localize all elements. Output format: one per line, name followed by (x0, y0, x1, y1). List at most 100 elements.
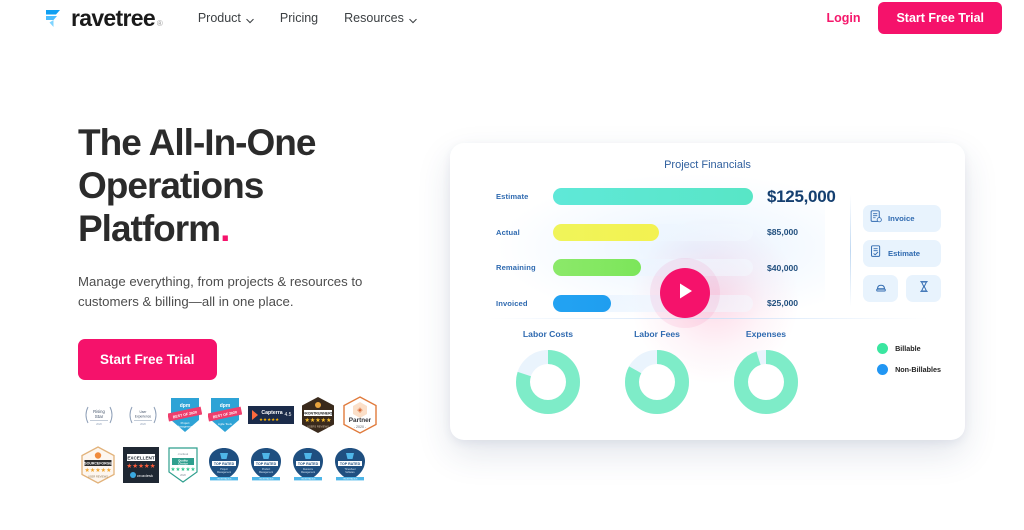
bar-fill-estimate (553, 188, 753, 205)
svg-text:Management: Management (217, 471, 231, 474)
svg-text:- 2020 -: - 2020 - (354, 425, 367, 429)
bar-value-actual: $85,000 (767, 227, 799, 237)
svg-text:2020: 2020 (96, 422, 102, 426)
brand-logo[interactable]: ravetree ® (44, 4, 163, 31)
nav-item-product-label: Product (197, 11, 241, 25)
login-link[interactable]: Login (826, 11, 860, 25)
nav-item-pricing-label: Pricing (279, 11, 319, 25)
legend-dot-billable (877, 343, 889, 354)
svg-text:Management: Management (177, 425, 194, 429)
svg-text:TRUSTRADIUS: TRUSTRADIUS (217, 478, 232, 481)
hero-subtitle: Manage everything, from projects & resou… (78, 273, 363, 310)
play-icon (676, 281, 694, 306)
dashboard-action-buttons: Invoice Estimate (863, 205, 941, 302)
registered-mark: ® (156, 18, 163, 28)
donut-charts: Labor Costs Labor Fees Expenses (510, 329, 804, 422)
svg-text:SOURCEFORGE: SOURCEFORGE (84, 462, 112, 466)
small-action-buttons (863, 275, 941, 302)
ravetree-logo-icon (44, 7, 66, 29)
svg-text:Experience: Experience (135, 415, 152, 419)
donut-title-labor-fees: Labor Fees (634, 329, 680, 339)
bar-track-remaining (553, 259, 753, 276)
nav-item-pricing[interactable]: Pricing (280, 11, 318, 25)
bar-label-invoiced: Invoiced (496, 298, 528, 308)
estimate-document-icon (870, 244, 882, 263)
donut-title-labor-costs: Labor Costs (522, 329, 574, 339)
nav-actions: Login Start Free Trial (826, 2, 1002, 34)
svg-text:TRUSTRADIUS: TRUSTRADIUS (343, 478, 358, 481)
capterra-badge: Capterra ★★★★★ 4.5 (248, 403, 294, 432)
excellent-crozdesk-badge: EXCELLENT ★★★★★ crozdesk (122, 446, 160, 489)
bar-fill-invoiced (553, 294, 611, 312)
bar-track-estimate (553, 188, 753, 205)
hero-title-accent-dot: . (220, 207, 230, 249)
top-rated-pm-badge: TOP RATED Product Management TRUSTRADIUS (248, 446, 284, 489)
invoice-button-label: Invoice (888, 214, 915, 223)
legend-label-non-billables: Non-Billables (895, 365, 941, 374)
bar-row-estimate: Estimate $125,000 (496, 182, 856, 211)
svg-text:TOP RATED: TOP RATED (298, 462, 319, 466)
estimate-button[interactable]: Estimate (863, 240, 941, 267)
play-video-button[interactable] (660, 268, 710, 318)
svg-text:◈: ◈ (357, 407, 363, 414)
svg-text:★★★★★: ★★★★★ (126, 462, 155, 470)
hero-title-line3: Platform (78, 207, 221, 249)
award-badges: Rising Star 2020 User Experience 2020 dp… (80, 396, 380, 496)
donut-labor-fees: Labor Fees (619, 329, 695, 422)
svg-text:TRUSTRADIUS: TRUSTRADIUS (301, 478, 316, 481)
hero-section: The All-In-One Operations Platform. Mana… (78, 122, 408, 380)
svg-text:FRONTRUNNERS: FRONTRUNNERS (303, 412, 334, 416)
quality-choice-badge: crozdesk Quality Choice ★★★★★ 2020 (166, 446, 200, 489)
nav-item-resources[interactable]: Resources (344, 11, 417, 25)
svg-text:Management: Management (301, 471, 315, 474)
start-free-trial-nav-button[interactable]: Start Free Trial (878, 2, 1002, 34)
invoice-button[interactable]: Invoice (863, 205, 941, 232)
legend-label-billable: Billable (895, 344, 921, 353)
svg-text:2020: 2020 (180, 473, 186, 477)
svg-text:Capterra: Capterra (261, 410, 282, 416)
vertical-divider (850, 195, 851, 307)
chevron-down-icon (246, 14, 254, 24)
svg-text:Choice: Choice (178, 461, 188, 465)
partner-2020-badge: ◈ Partner - 2020 - (342, 396, 378, 439)
award-badges-row-2: SOURCEFORGE ★★★★★ USER REVIEWS EXCELLENT… (80, 446, 380, 489)
svg-text:TOP RATED: TOP RATED (340, 462, 361, 466)
top-navbar: ravetree ® Product Pricing Resources Log… (0, 0, 1024, 36)
svg-text:USERS REVIEWS: USERS REVIEWS (307, 425, 329, 429)
donut-title-expenses: Expenses (745, 329, 787, 339)
bar-label-actual: Actual (496, 227, 520, 237)
landing-page: ravetree ® Product Pricing Resources Log… (0, 0, 1024, 530)
bar-value-invoiced: $25,000 (767, 298, 799, 308)
donut-legend: Billable Non-Billables (877, 343, 941, 385)
donut-chart-labor-fees (625, 350, 689, 414)
svg-text:★★★★★: ★★★★★ (305, 417, 332, 424)
bar-label-estimate: Estimate (496, 192, 529, 201)
svg-text:crozdesk: crozdesk (137, 473, 153, 478)
nav-links: Product Pricing Resources (198, 11, 417, 25)
donut-labor-costs: Labor Costs (510, 329, 586, 422)
hourglass-button[interactable] (906, 275, 941, 302)
svg-text:User: User (140, 410, 148, 414)
svg-text:4.5: 4.5 (285, 412, 292, 418)
svg-text:dpm: dpm (180, 403, 191, 409)
top-rated-resource-badge: TOP RATED Resource Management TRUSTRADIU… (290, 446, 326, 489)
bar-fill-remaining (553, 259, 641, 276)
svg-text:USER REVIEWS: USER REVIEWS (88, 475, 108, 479)
start-free-trial-hero-button[interactable]: Start Free Trial (78, 338, 217, 380)
bar-track-invoiced (553, 294, 753, 312)
svg-text:TOP RATED: TOP RATED (256, 462, 277, 466)
brand-name: ravetree (71, 4, 156, 31)
bar-track-actual (553, 223, 753, 241)
svg-text:dpm: dpm (220, 403, 231, 409)
legend-dot-non-billables (877, 364, 889, 375)
stamp-icon (875, 280, 887, 298)
stamp-button[interactable] (863, 275, 898, 302)
svg-text:★★★★★: ★★★★★ (259, 417, 280, 422)
nav-item-resources-label: Resources (344, 11, 404, 25)
bar-row-actual: Actual $85,000 (496, 218, 856, 247)
hero-title-line1: The All-In-One (78, 122, 316, 163)
svg-text:Partner: Partner (349, 417, 372, 424)
donut-chart-labor-costs (516, 350, 580, 414)
nav-item-product[interactable]: Product (198, 11, 254, 25)
sourceforge-badge: SOURCEFORGE ★★★★★ USER REVIEWS (80, 446, 116, 489)
